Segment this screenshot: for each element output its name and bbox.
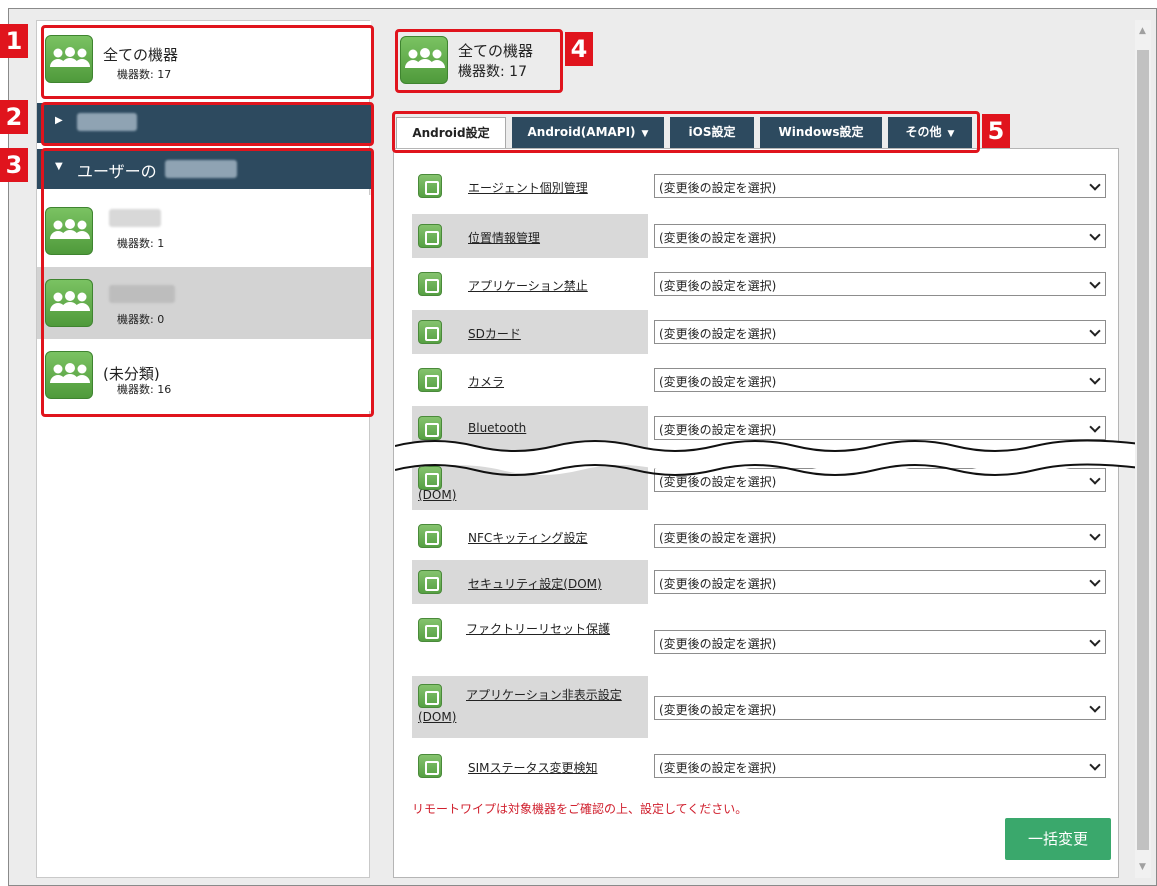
setting-label[interactable]: (DOM) [418, 488, 456, 502]
chevron-down-icon [1089, 701, 1101, 713]
setting-row: SDカード (変更後の設定を選択) [412, 310, 1112, 354]
sd-card-icon [418, 320, 442, 344]
security-shield-icon [418, 570, 442, 594]
location-icon [418, 224, 442, 248]
setting-select[interactable]: (変更後の設定を選択) [654, 630, 1106, 654]
chevron-down-icon [1089, 373, 1101, 385]
scroll-up-icon[interactable]: ▲ [1139, 26, 1146, 36]
annotation-number-4: 4 [565, 32, 593, 66]
annotation-box-5 [392, 111, 980, 153]
setting-row: NFCキッティング設定 (変更後の設定を選択) [412, 514, 1112, 558]
remote-wipe-warning: リモートワイプは対象機器をご確認の上、設定してください。 [412, 802, 748, 816]
annotation-number-1: 1 [0, 24, 28, 58]
setting-select[interactable]: (変更後の設定を選択) [654, 570, 1106, 594]
annotation-box-2 [41, 102, 374, 146]
annotation-box-4 [395, 29, 563, 93]
setting-label[interactable]: アプリケーション非表示設定(DOM) [418, 684, 648, 728]
setting-label[interactable]: NFCキッティング設定 [468, 529, 588, 546]
setting-row: セキュリティ設定(DOM) (変更後の設定を選択) [412, 560, 1112, 604]
chevron-down-icon [1089, 421, 1101, 433]
setting-select[interactable]: (変更後の設定を選択) [654, 696, 1106, 720]
chevron-down-icon [1089, 229, 1101, 241]
setting-select[interactable]: (変更後の設定を選択) [654, 368, 1106, 392]
annotation-box-1 [41, 25, 374, 99]
setting-label[interactable]: カメラ [468, 373, 504, 390]
scroll-down-icon[interactable]: ▼ [1139, 862, 1146, 872]
setting-row: アプリケーション非表示設定(DOM) (変更後の設定を選択) [412, 676, 1112, 738]
chevron-down-icon [1089, 635, 1101, 647]
setting-label[interactable]: SIMステータス変更検知 [468, 759, 598, 776]
setting-row: ファクトリーリセット保護 (変更後の設定を選択) [412, 612, 1112, 670]
chevron-down-icon [1089, 277, 1101, 289]
setting-row: SIMステータス変更検知 (変更後の設定を選択) [412, 744, 1112, 788]
nfc-icon [418, 524, 442, 548]
setting-row: アプリケーション禁止 (変更後の設定を選択) [412, 262, 1112, 306]
annotation-number-5: 5 [982, 114, 1010, 148]
chevron-down-icon [1089, 529, 1101, 541]
bulk-change-button[interactable]: 一括変更 [1005, 818, 1111, 860]
setting-select[interactable]: (変更後の設定を選択) [654, 524, 1106, 548]
annotation-number-3: 3 [0, 148, 28, 182]
chevron-down-icon [1089, 759, 1101, 771]
annotation-box-3 [41, 148, 374, 417]
setting-label[interactable]: ファクトリーリセット保護 [418, 618, 648, 640]
scrollbar[interactable]: ▲ ▼ [1135, 20, 1151, 878]
chevron-down-icon [1089, 575, 1101, 587]
setting-label[interactable]: アプリケーション禁止 [468, 277, 588, 294]
chevron-down-icon [1089, 179, 1101, 191]
sim-icon [418, 754, 442, 778]
chevron-down-icon [1089, 325, 1101, 337]
app-block-icon [418, 272, 442, 296]
setting-select[interactable]: (変更後の設定を選択) [654, 174, 1106, 198]
setting-select[interactable]: (変更後の設定を選択) [654, 224, 1106, 248]
annotation-number-2: 2 [0, 100, 28, 134]
setting-row: 位置情報管理 (変更後の設定を選択) [412, 214, 1112, 258]
setting-select[interactable]: (変更後の設定を選択) [654, 272, 1106, 296]
setting-row: エージェント個別管理 (変更後の設定を選択) [412, 164, 1112, 208]
setting-label[interactable]: 位置情報管理 [468, 229, 540, 246]
page-break-wave [395, 439, 1141, 476]
agent-management-icon [418, 174, 442, 198]
scroll-thumb[interactable] [1137, 50, 1149, 850]
setting-label[interactable]: エージェント個別管理 [468, 179, 588, 196]
setting-row: カメラ (変更後の設定を選択) [412, 358, 1112, 402]
setting-label[interactable]: SDカード [468, 325, 521, 342]
setting-select[interactable]: (変更後の設定を選択) [654, 754, 1106, 778]
setting-label[interactable]: セキュリティ設定(DOM) [468, 575, 602, 592]
camera-icon [418, 368, 442, 392]
setting-select[interactable]: (変更後の設定を選択) [654, 320, 1106, 344]
